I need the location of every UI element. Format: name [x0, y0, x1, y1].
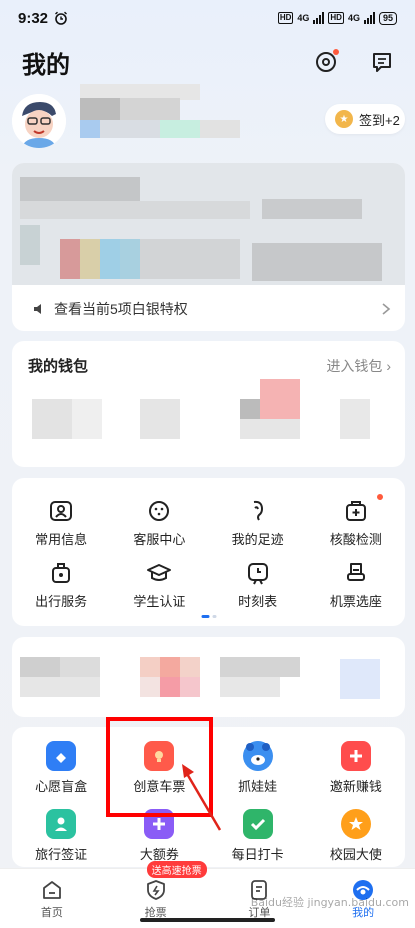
wallet-title: 我的钱包 — [28, 358, 89, 375]
checkin-button[interactable]: ★ 签到+2 — [325, 104, 405, 134]
service-label: 常用信息 — [35, 532, 88, 547]
seat-icon — [346, 563, 365, 581]
activity-campus-ambassador[interactable]: 校园大使 — [307, 809, 405, 863]
avatar[interactable] — [12, 94, 66, 148]
message-icon — [373, 53, 391, 72]
hd-icon: HD — [277, 12, 294, 24]
activity-invite-earn[interactable]: 邀新赚钱 — [307, 741, 405, 795]
home-indicator[interactable] — [140, 918, 275, 922]
enter-wallet-label: 进入钱包 — [326, 358, 383, 374]
travel-bag-icon — [52, 563, 71, 583]
calendar-check-icon — [242, 809, 273, 839]
contact-card-icon — [50, 501, 73, 521]
red-packet-icon — [340, 741, 371, 771]
message-button[interactable] — [369, 49, 395, 75]
home-icon — [42, 881, 61, 899]
activities-row-2: 旅行签证 大额券 每日打卡 校园大使 — [12, 809, 405, 863]
notification-dot — [333, 49, 339, 55]
network-label-2: 4G — [347, 13, 360, 23]
shield-icon — [146, 880, 165, 900]
member-info-blurred — [12, 163, 405, 285]
speaker-icon — [34, 304, 41, 314]
service-nucleic-test[interactable]: 核酸检测 — [307, 494, 405, 548]
wallet-card: 我的钱包 进入钱包 › — [12, 341, 405, 467]
activity-travel-visa[interactable]: 旅行签证 — [12, 809, 110, 863]
watermark: Baidu经验 jingyan.baidu.com — [250, 896, 409, 909]
page-indicator — [201, 615, 216, 618]
activity-label: 旅行签证 — [35, 847, 88, 862]
service-travel[interactable]: 出行服务 — [12, 560, 110, 610]
username-blurred — [80, 84, 270, 138]
activity-daily-checkin[interactable]: 每日打卡 — [209, 809, 307, 863]
medical-test-icon — [345, 501, 366, 521]
service-timetable[interactable]: 时刻表 — [209, 560, 307, 610]
notification-dot — [377, 494, 383, 500]
service-flight-seat[interactable]: 机票选座 — [307, 560, 405, 610]
bottom-tab-bar: 首页 送高速抢票 抢票 订单 我的 Baidu经验 jingyan.baidu.… — [0, 861, 415, 928]
activity-label: 心愿盲盒 — [35, 779, 88, 794]
bear-icon — [242, 741, 273, 771]
timetable-icon — [247, 563, 268, 585]
chevron-right-icon — [382, 303, 391, 315]
services-card: 常用信息 客服中心 我的足迹 核酸检测 出行服务 学生认证 时刻表 机票选座 — [12, 478, 405, 626]
page-title: 我的 — [22, 51, 70, 79]
alarm-icon — [55, 11, 67, 25]
hd-icon: HD — [328, 12, 344, 24]
footprint-icon — [253, 500, 263, 521]
signal-icon — [363, 12, 375, 24]
network-label: 4G — [297, 13, 310, 23]
badge-icon — [340, 809, 371, 839]
promo-badge: 送高速抢票 — [146, 861, 207, 878]
service-label: 机票选座 — [329, 594, 382, 609]
activity-label: 每日打卡 — [231, 847, 284, 862]
activity-wish-box[interactable]: 心愿盲盒 — [12, 741, 110, 795]
activity-claw-machine[interactable]: 抓娃娃 — [209, 741, 307, 795]
service-footprint[interactable]: 我的足迹 — [209, 498, 307, 548]
service-label: 客服中心 — [133, 532, 186, 547]
service-label: 核酸检测 — [329, 532, 382, 547]
page-header: 我的 — [22, 44, 395, 80]
coin-icon: ★ — [335, 110, 353, 128]
graduation-cap-icon — [147, 564, 172, 581]
activity-label: 邀新赚钱 — [329, 779, 382, 794]
profile-section: ★ 签到+2 — [12, 84, 405, 154]
member-card[interactable]: 查看当前5项白银特权 — [12, 163, 405, 331]
status-bar: 9:32 HD 4G HD 4G 95 — [0, 0, 415, 36]
highlight-box — [106, 717, 213, 817]
enter-wallet-link[interactable]: 进入钱包 › — [326, 356, 391, 376]
privilege-row[interactable]: 查看当前5项白银特权 — [32, 297, 391, 321]
service-student-auth[interactable]: 学生认证 — [110, 560, 208, 610]
service-label: 学生认证 — [133, 594, 186, 609]
visa-icon — [46, 809, 77, 839]
service-customer-center[interactable]: 客服中心 — [110, 498, 208, 548]
activity-label: 校园大使 — [329, 847, 382, 862]
services-row-2: 出行服务 学生认证 时刻表 机票选座 — [12, 560, 405, 610]
status-time: 9:32 — [18, 9, 49, 27]
service-label: 我的足迹 — [231, 532, 284, 547]
gift-box-icon — [46, 741, 77, 771]
service-common-info[interactable]: 常用信息 — [12, 498, 110, 548]
scan-settings-button[interactable] — [313, 49, 339, 75]
activity-label: 抓娃娃 — [238, 779, 278, 794]
checkin-label: 签到+2 — [359, 112, 400, 128]
avatar-illustration — [12, 94, 66, 148]
tab-label: 首页 — [40, 907, 63, 919]
service-label: 时刻表 — [238, 594, 278, 609]
signal-icon — [313, 12, 325, 24]
customer-service-icon — [149, 501, 170, 521]
privilege-text: 查看当前5项白银特权 — [54, 301, 188, 317]
services-row-1: 常用信息 客服中心 我的足迹 核酸检测 — [12, 494, 405, 548]
battery-icon: 95 — [378, 11, 397, 25]
promo-banner-card[interactable] — [12, 637, 405, 717]
activity-big-coupon[interactable]: 大额券 — [110, 809, 208, 863]
service-label: 出行服务 — [35, 594, 88, 609]
tab-home[interactable]: 首页 — [0, 869, 104, 928]
